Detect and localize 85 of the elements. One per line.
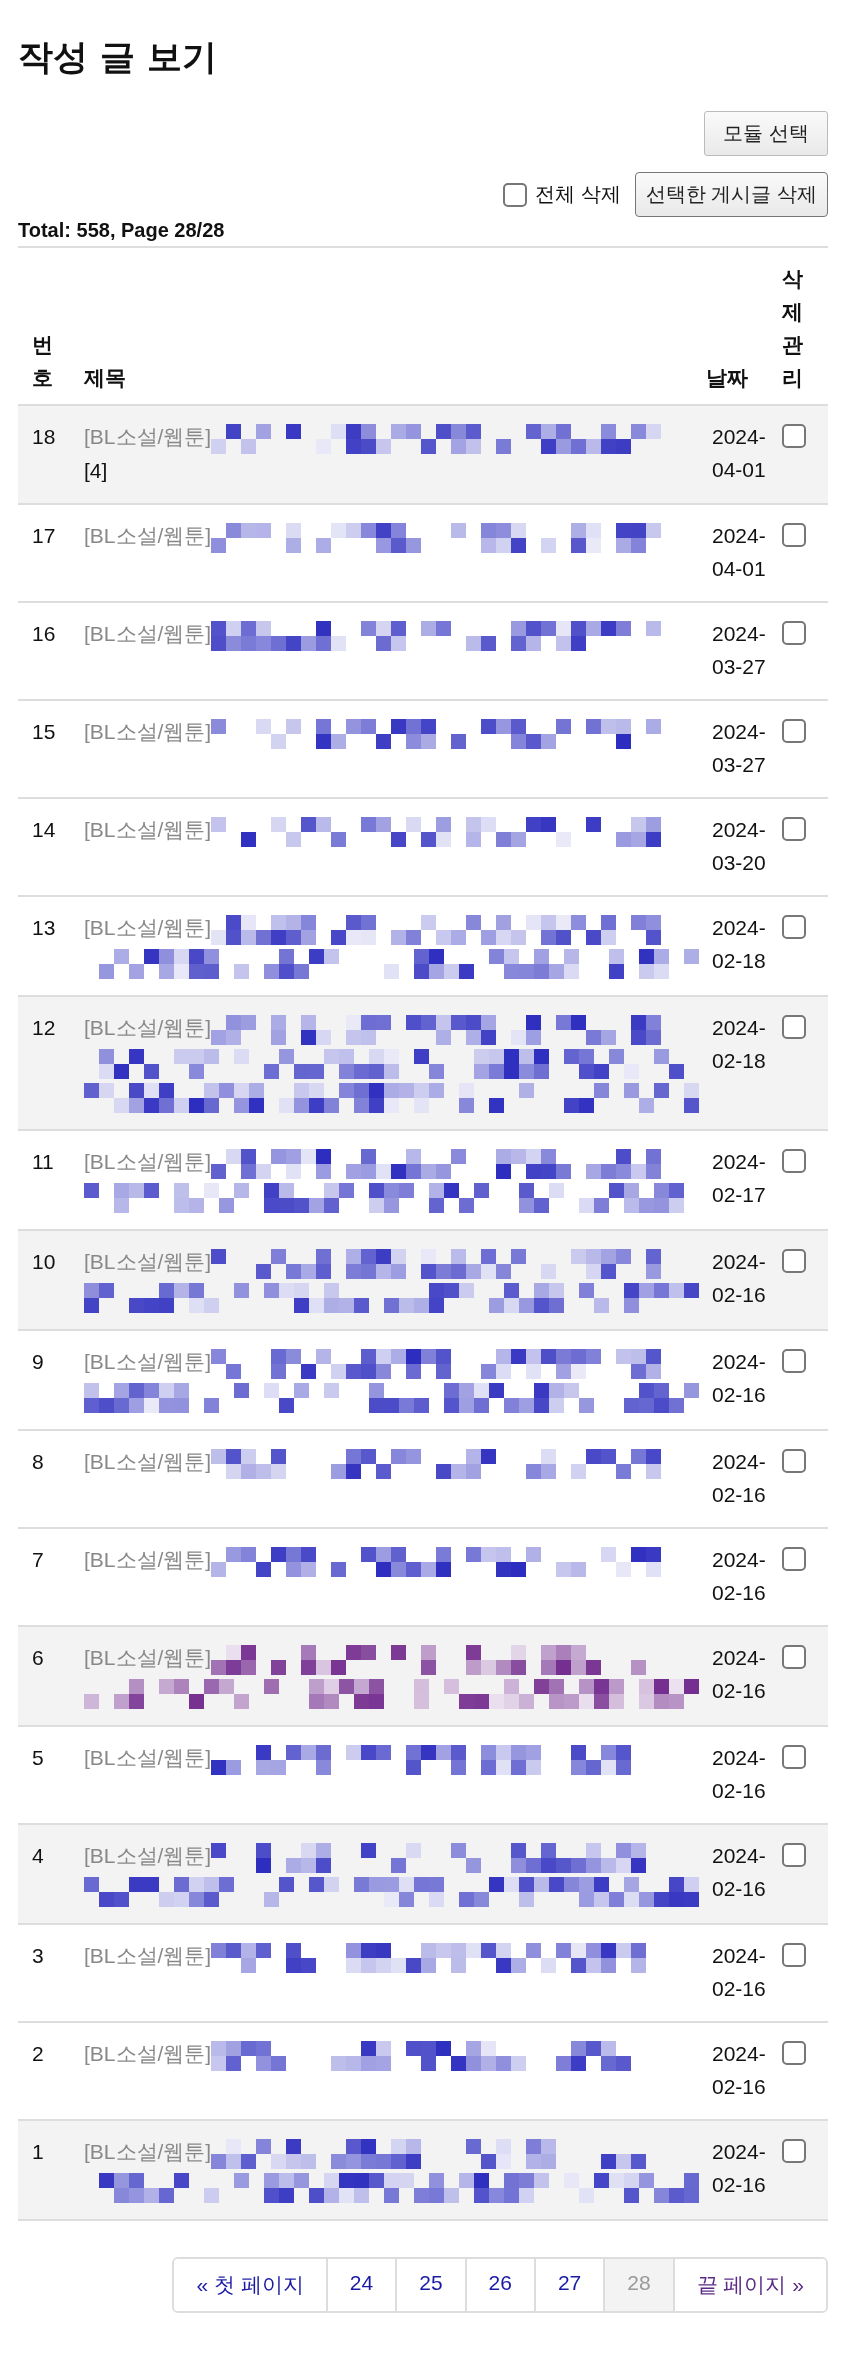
column-header: 날짜: [706, 365, 749, 391]
row-number: 10: [31, 1249, 57, 1275]
row-checkbox[interactable]: [782, 1745, 806, 1769]
post-category[interactable]: [BL소설/웹툰]: [84, 911, 212, 944]
row-checkbox[interactable]: [782, 1943, 806, 1967]
row-number: 6: [31, 1645, 45, 1671]
row-number: 9: [31, 1349, 45, 1375]
post-category[interactable]: [BL소설/웹툰]: [84, 1011, 212, 1044]
row-number: 7: [31, 1547, 45, 1573]
row-checkbox[interactable]: [782, 1843, 806, 1867]
delete-selected-button[interactable]: 선택한 게시글 삭제: [634, 172, 828, 217]
post-date: 2024-02-16: [711, 1349, 767, 1408]
row-checkbox[interactable]: [782, 424, 806, 448]
row-number: 17: [31, 523, 57, 549]
post-category[interactable]: [BL소설/웹툰]: [84, 813, 212, 846]
row-number: 11: [31, 1149, 55, 1175]
row-checkbox[interactable]: [782, 719, 806, 743]
post-date: 2024-02-16: [711, 1745, 767, 1804]
post-category[interactable]: [BL소설/웹툰]: [84, 2135, 212, 2168]
row-checkbox[interactable]: [782, 1249, 806, 1273]
post-category[interactable]: [BL소설/웹툰]: [84, 420, 212, 453]
post-date: 2024-02-17: [711, 1149, 767, 1208]
checkbox[interactable]: [503, 182, 528, 207]
post-date: 2024-02-16: [711, 1449, 767, 1508]
row-number: 8: [31, 1449, 45, 1475]
post-category[interactable]: [BL소설/웹툰]: [84, 1543, 212, 1576]
post-category[interactable]: [BL소설/웹툰]: [84, 715, 212, 748]
post-category[interactable]: [BL소설/웹툰]: [84, 519, 212, 552]
row-number: 5: [31, 1745, 45, 1771]
row-number: 18: [31, 424, 57, 450]
post-date: 2024-02-18: [711, 1015, 767, 1074]
post-category[interactable]: [BL소설/웹툰]: [84, 617, 212, 650]
row-checkbox[interactable]: [782, 1449, 806, 1473]
post-date: 2024-02-16: [711, 1645, 767, 1704]
post-category[interactable]: [BL소설/웹툰]: [84, 1741, 212, 1774]
module-select-button[interactable]: 모듈 선택: [704, 111, 828, 156]
post-date: 2024-02-16: [711, 1843, 767, 1902]
post-category[interactable]: [BL소설/웹툰]: [84, 1839, 212, 1872]
row-checkbox[interactable]: [782, 1349, 806, 1373]
post-date: 2024-04-01: [711, 424, 767, 483]
post-date: 2024-02-16: [711, 1249, 767, 1308]
post-date: 2024-04-01: [711, 523, 767, 582]
row-checkbox[interactable]: [782, 1149, 806, 1173]
row-checkbox[interactable]: [782, 817, 806, 841]
column-header: 제목: [84, 365, 127, 391]
column-header: 삭제관리: [782, 266, 803, 391]
post-date: 2024-02-16: [711, 1943, 767, 2002]
row-checkbox[interactable]: [782, 1547, 806, 1571]
post-date: 2024-03-20: [711, 817, 767, 876]
post-category[interactable]: [BL소설/웹툰]: [84, 1345, 212, 1378]
column-header: 번호: [32, 332, 53, 391]
row-number: 4: [31, 1843, 45, 1869]
row-number: 12: [31, 1015, 57, 1041]
post-category[interactable]: [BL소설/웹툰]: [84, 1245, 212, 1278]
post-date: 2024-02-16: [711, 1547, 767, 1606]
post-category[interactable]: [BL소설/웹툰]: [84, 1939, 212, 1972]
row-checkbox[interactable]: [782, 1015, 806, 1039]
post-date: 2024-02-16: [711, 2041, 767, 2100]
checkbox-label: 전체 삭제: [535, 182, 621, 207]
row-number: 3: [31, 1943, 45, 1969]
post-category[interactable]: [BL소설/웹툰]: [84, 2037, 212, 2070]
post-date: 2024-03-27: [711, 621, 767, 680]
row-number: 15: [31, 719, 57, 745]
post-category[interactable]: [BL소설/웹툰]: [84, 1145, 212, 1178]
row-checkbox[interactable]: [782, 523, 806, 547]
row-checkbox[interactable]: [782, 2041, 806, 2065]
row-checkbox[interactable]: [782, 621, 806, 645]
row-number: 13: [31, 915, 57, 941]
post-category[interactable]: [BL소설/웹툰]: [84, 1641, 212, 1674]
post-date: 2024-02-16: [711, 2139, 767, 2198]
row-number: 1: [31, 2139, 45, 2165]
post-category[interactable]: [BL소설/웹툰]: [84, 1445, 212, 1478]
page-title: 작성 글 보기: [18, 36, 218, 79]
post-date: 2024-02-18: [711, 915, 767, 974]
post-date: 2024-03-27: [711, 719, 767, 778]
row-checkbox[interactable]: [782, 1645, 806, 1669]
row-number: 2: [31, 2041, 45, 2067]
row-number: 14: [31, 817, 57, 843]
row-checkbox[interactable]: [782, 915, 806, 939]
page-link[interactable]: 끝 페이지 »: [672, 2259, 826, 2311]
page-link[interactable]: 28: [603, 2259, 673, 2311]
total-summary: Total: 558, Page 28/28: [18, 219, 225, 242]
row-checkbox[interactable]: [782, 2139, 806, 2163]
post-title-suffix[interactable]: [4]: [84, 454, 706, 487]
row-number: 16: [31, 621, 57, 647]
